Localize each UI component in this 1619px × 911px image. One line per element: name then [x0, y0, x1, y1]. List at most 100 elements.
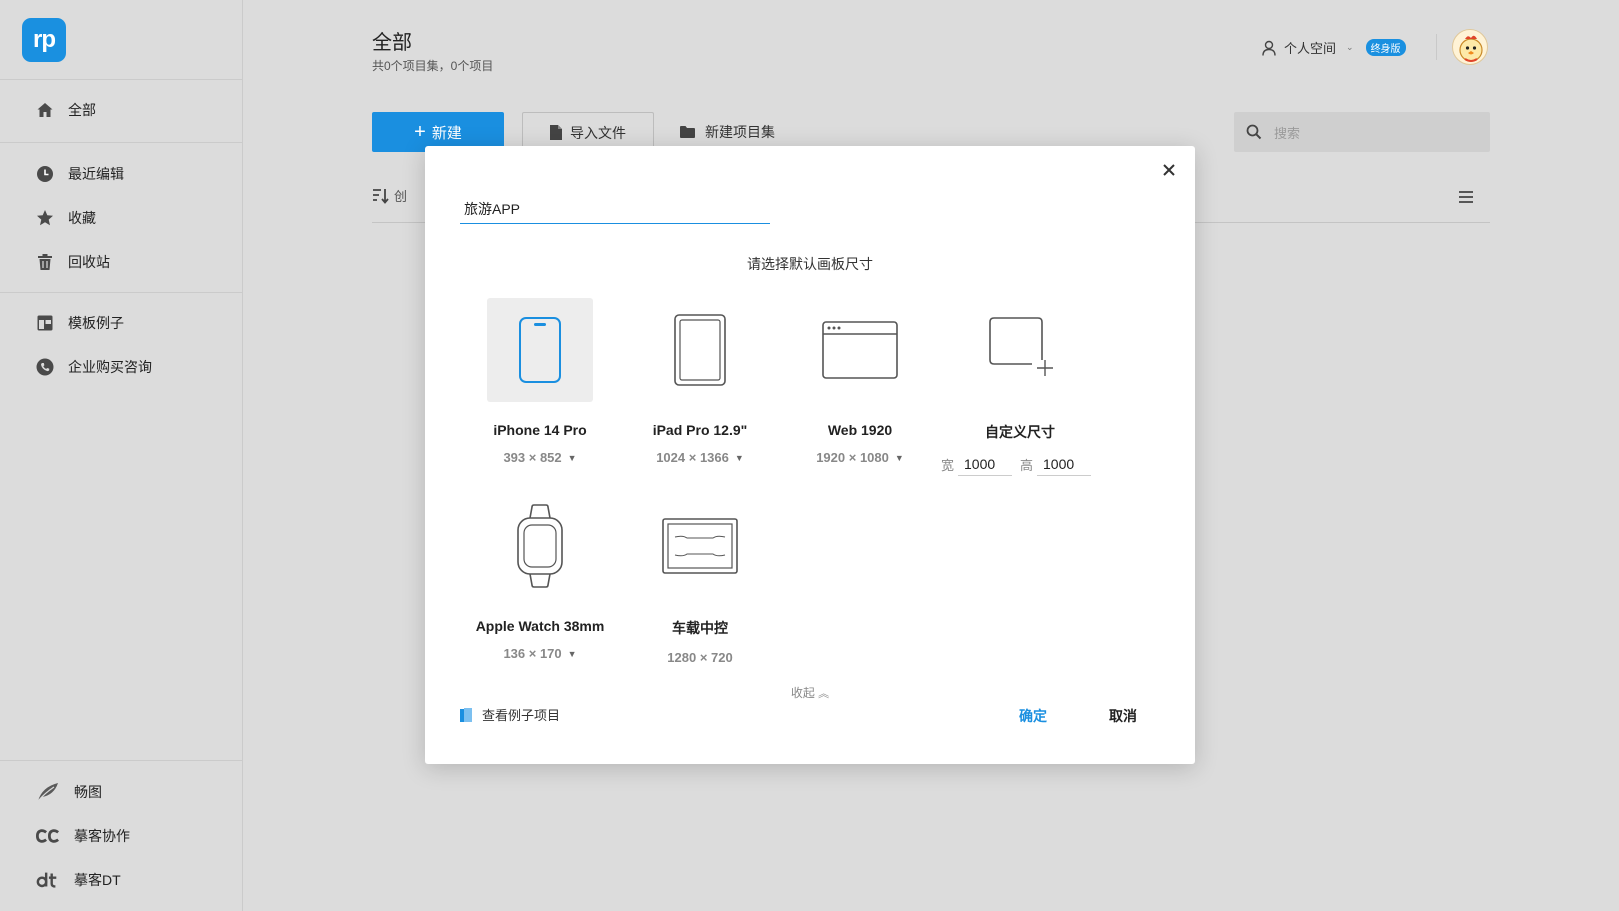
- sidebar-item-label: 摹客DT: [74, 872, 121, 888]
- device-option-custom[interactable]: 自定义尺寸 宽 高: [940, 298, 1100, 476]
- chevron-down-icon: ⌄: [1346, 42, 1354, 52]
- new-button-label: 新建: [431, 124, 462, 142]
- plus-icon: +: [414, 121, 426, 143]
- width-input[interactable]: [958, 452, 1012, 476]
- device-size-dropdown[interactable]: 1920 × 1080 ▼: [780, 450, 940, 465]
- list-view-icon[interactable]: [1458, 190, 1474, 209]
- divider: [0, 760, 243, 761]
- device-name: Web 1920: [827, 422, 893, 438]
- divider: [1436, 34, 1437, 60]
- sidebar-item-favorites[interactable]: 收藏: [36, 206, 96, 230]
- caret-down-icon: ▼: [567, 452, 577, 463]
- car-display-icon: [647, 494, 753, 598]
- device-option-ipad[interactable]: iPad Pro 12.9" 1024 × 1366 ▼: [620, 298, 780, 465]
- new-project-dialog: 请选择默认画板尺寸 iPhone 14 Pro 393 × 852 ▼ iPad …: [425, 146, 1195, 764]
- width-label: 宽: [940, 457, 954, 473]
- device-size: 1024 × 1366: [656, 450, 729, 465]
- tablet-device-icon: [647, 298, 753, 402]
- project-name-input[interactable]: [460, 194, 770, 224]
- sidebar-item-label: 收藏: [68, 210, 96, 226]
- device-option-iphone[interactable]: iPhone 14 Pro 393 × 852 ▼: [460, 298, 620, 465]
- sidebar-item-label: 模板例子: [68, 315, 124, 331]
- search-icon: [1246, 124, 1262, 140]
- folder-icon: [680, 126, 695, 138]
- device-option-web[interactable]: Web 1920 1920 × 1080 ▼: [780, 298, 940, 465]
- height-label: 高: [1020, 457, 1034, 473]
- custom-size-fields: 宽 高: [940, 452, 1100, 476]
- new-folder-label: 新建项目集: [705, 124, 775, 140]
- device-size-dropdown[interactable]: 393 × 852 ▼: [460, 450, 620, 465]
- device-size-dropdown[interactable]: 136 × 170 ▼: [460, 646, 620, 661]
- device-option-car[interactable]: 车载中控 1280 × 720: [620, 494, 780, 665]
- sidebar-item-label: 回收站: [68, 254, 110, 270]
- sort-label: 创: [394, 189, 408, 204]
- view-examples-link[interactable]: 查看例子项目: [460, 705, 560, 724]
- sidebar-item-templates[interactable]: 模板例子: [36, 311, 124, 335]
- chevron-up-icon: ︽: [818, 688, 830, 700]
- search-box[interactable]: 搜索: [1234, 112, 1490, 152]
- divider: [0, 292, 243, 293]
- device-size: 393 × 852: [503, 450, 562, 465]
- device-name: Apple Watch 38mm: [475, 618, 605, 634]
- device-size: 1280 × 720: [667, 650, 733, 665]
- page-title: 全部: [372, 32, 412, 54]
- sidebar-item-label: 最近编辑: [68, 166, 124, 182]
- device-size: 1920 × 1080: [816, 450, 889, 465]
- book-icon: [460, 707, 472, 722]
- app-logo[interactable]: rp: [22, 18, 66, 62]
- close-icon[interactable]: [1161, 162, 1177, 178]
- size-heading: 请选择默认画板尺寸: [747, 256, 873, 272]
- leaf-icon: [36, 783, 60, 802]
- plan-badge: 终身版: [1365, 39, 1406, 56]
- view-examples-label: 查看例子项目: [482, 708, 561, 723]
- user-icon: [1262, 40, 1276, 56]
- template-icon: [36, 314, 54, 332]
- cancel-button[interactable]: 取消: [1109, 706, 1137, 726]
- sidebar-item-mockplus-cc[interactable]: 摹客协作: [36, 824, 130, 848]
- caret-down-icon: ▼: [734, 452, 744, 463]
- height-input[interactable]: [1037, 452, 1092, 476]
- device-name: iPhone 14 Pro: [493, 422, 587, 438]
- device-size: 136 × 170: [503, 646, 562, 661]
- clock-icon: [36, 165, 54, 183]
- device-size: 1280 × 720: [620, 650, 780, 665]
- sidebar-item-all[interactable]: 全部: [36, 98, 96, 122]
- caret-down-icon: ▼: [894, 452, 904, 463]
- phone-icon: [36, 358, 54, 376]
- phone-device-icon: [487, 298, 593, 402]
- workspace-switcher[interactable]: 个人空间 ⌄ 终身版: [1262, 38, 1406, 57]
- device-size-dropdown[interactable]: 1024 × 1366 ▼: [620, 450, 780, 465]
- sidebar: rp 全部 最近编辑 收藏 回收站 模板例子 企业购买咨询 畅图 摹客协作 摹客…: [0, 0, 243, 911]
- sidebar-item-trash[interactable]: 回收站: [36, 250, 110, 274]
- device-option-watch[interactable]: Apple Watch 38mm 136 × 170 ▼: [460, 494, 620, 661]
- sidebar-item-changtu[interactable]: 畅图: [36, 780, 102, 804]
- star-icon: [36, 209, 54, 227]
- custom-size-icon: [967, 298, 1073, 402]
- dt-icon: [36, 871, 60, 889]
- confirm-button[interactable]: 确定: [1019, 706, 1047, 726]
- sidebar-item-mockplus-dt[interactable]: 摹客DT: [36, 868, 121, 892]
- divider: [0, 142, 243, 143]
- sort-control[interactable]: 创: [372, 186, 407, 205]
- sidebar-item-label: 畅图: [74, 784, 102, 800]
- watch-device-icon: [487, 494, 593, 598]
- sidebar-item-label: 摹客协作: [74, 828, 130, 844]
- collapse-toggle[interactable]: 收起 ︽: [425, 684, 1195, 701]
- avatar[interactable]: [1452, 29, 1488, 65]
- device-name: iPad Pro 12.9": [652, 422, 748, 438]
- caret-down-icon: ▼: [567, 648, 577, 659]
- cc-icon: [36, 827, 60, 845]
- sidebar-item-enterprise[interactable]: 企业购买咨询: [36, 355, 152, 379]
- import-file-label: 导入文件: [570, 124, 626, 141]
- device-name: 车载中控: [672, 620, 728, 636]
- divider: [0, 79, 243, 80]
- sidebar-item-label: 全部: [68, 102, 96, 118]
- file-icon: [550, 125, 562, 140]
- trash-icon: [36, 253, 54, 271]
- sort-icon: [372, 188, 390, 204]
- home-icon: [36, 101, 54, 119]
- device-name: 自定义尺寸: [985, 424, 1055, 440]
- page-subtitle: 共0个项目集，0个项目: [372, 59, 494, 73]
- search-placeholder: 搜索: [1274, 125, 1301, 141]
- sidebar-item-recent[interactable]: 最近编辑: [36, 162, 124, 186]
